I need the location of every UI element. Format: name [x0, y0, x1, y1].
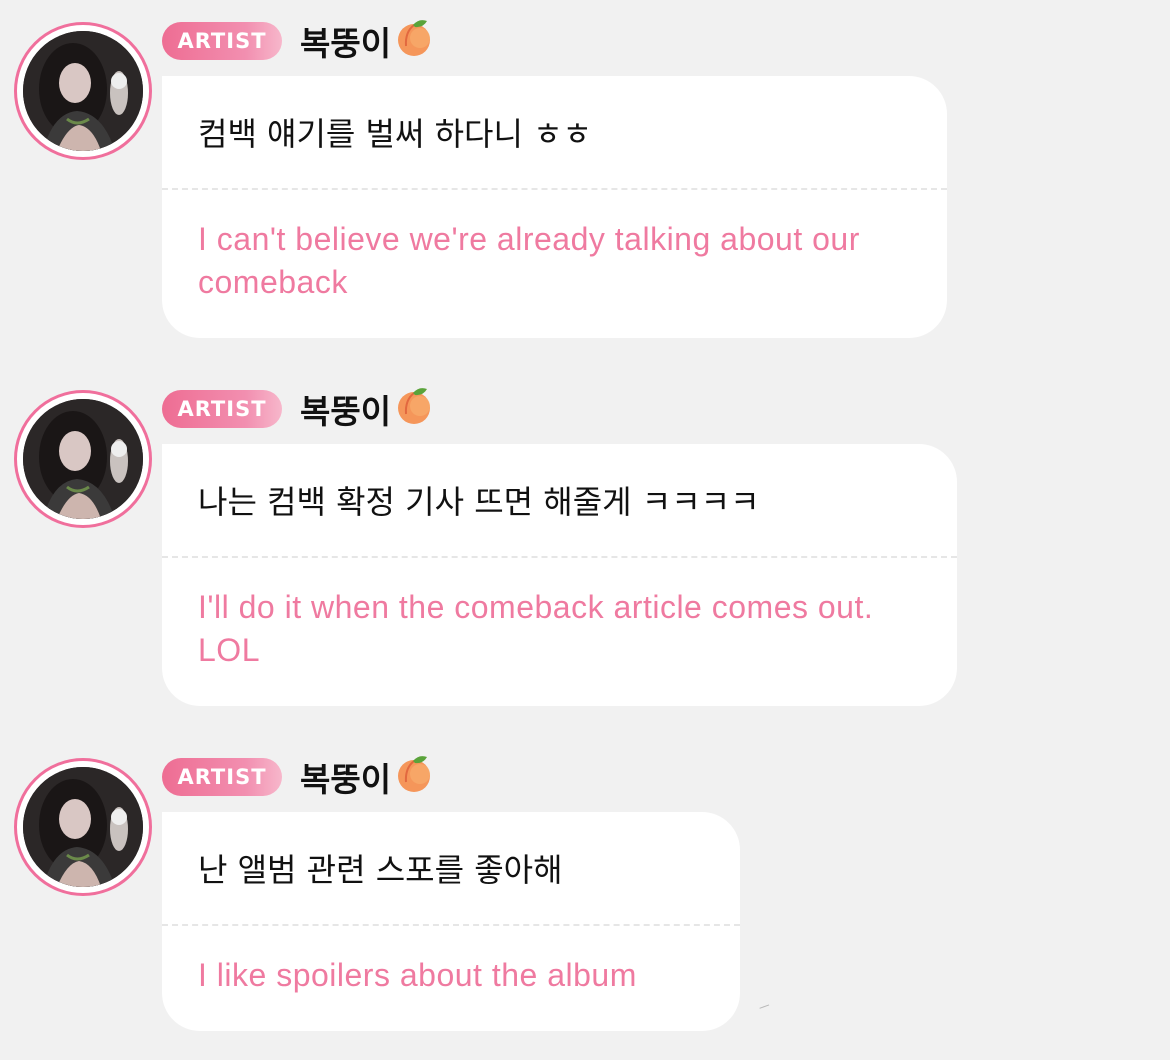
- avatar[interactable]: [14, 758, 152, 896]
- translation-text: I'll do it when the comeback article com…: [198, 589, 874, 668]
- author-name-text: 복뚱이: [300, 392, 392, 431]
- message-bubble[interactable]: 난 앨범 관련 스포를 좋아해 I like spoilers about th…: [162, 812, 740, 1031]
- message-bubble[interactable]: 컴백 얘기를 벌써 하다니 ㅎㅎ I can't believe we're a…: [162, 76, 947, 338]
- author-name-text: 복뚱이: [300, 760, 392, 799]
- artist-badge: ARTIST: [162, 22, 282, 60]
- avatar[interactable]: [14, 22, 152, 160]
- translation-text: I can't believe we're already talking ab…: [198, 221, 860, 300]
- korean-text: 컴백 얘기를 벌써 하다니 ㅎㅎ: [162, 76, 947, 190]
- korean-text: 난 앨범 관련 스포를 좋아해: [162, 812, 740, 926]
- avatar-photo: [23, 399, 143, 519]
- artist-badge: ARTIST: [162, 390, 282, 428]
- artist-badge: ARTIST: [162, 758, 282, 796]
- peach-icon: [393, 384, 435, 434]
- message-bubble[interactable]: 나는 컴백 확정 기사 뜨면 해줄게 ㅋㅋㅋㅋ I'll do it when …: [162, 444, 957, 706]
- peach-icon: [393, 16, 435, 66]
- korean-text: 나는 컴백 확정 기사 뜨면 해줄게 ㅋㅋㅋㅋ: [162, 444, 957, 558]
- message-header: ARTIST 복뚱이: [162, 20, 435, 63]
- message-header: ARTIST 복뚱이: [162, 388, 435, 431]
- avatar-photo: [23, 31, 143, 151]
- scroll-indicator: [759, 1004, 771, 1013]
- avatar[interactable]: [14, 390, 152, 528]
- peach-icon: [393, 752, 435, 802]
- author-name[interactable]: 복뚱이: [300, 752, 435, 802]
- author-name[interactable]: 복뚱이: [300, 16, 435, 66]
- author-name-text: 복뚱이: [300, 24, 392, 63]
- avatar-photo: [23, 767, 143, 887]
- message-header: ARTIST 복뚱이: [162, 756, 435, 799]
- translation-text: I like spoilers about the album: [198, 957, 637, 993]
- author-name[interactable]: 복뚱이: [300, 384, 435, 434]
